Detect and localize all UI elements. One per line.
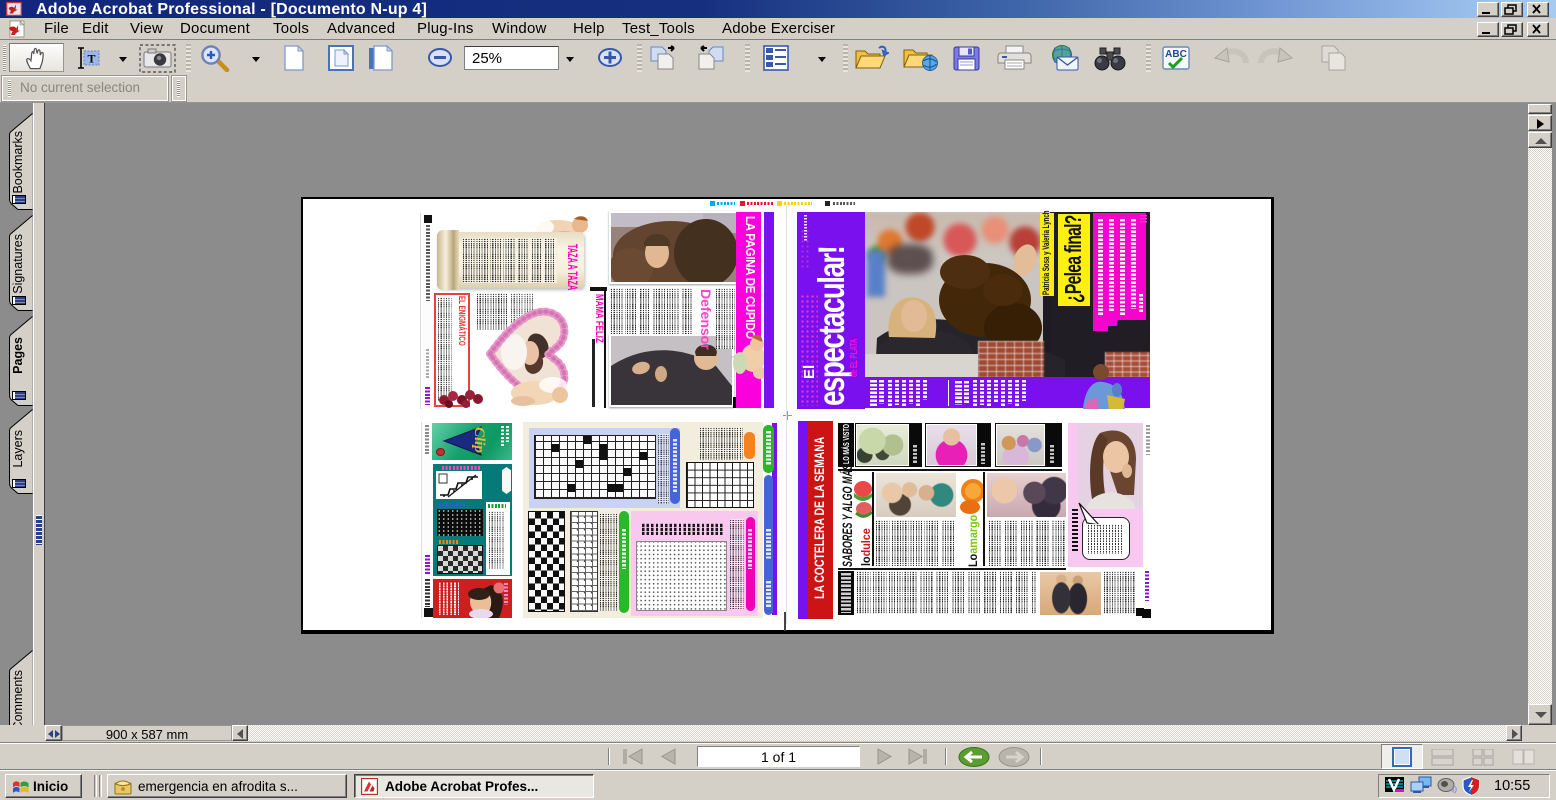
- svg-text:T: T: [87, 52, 95, 66]
- svg-text:ABC: ABC: [1165, 49, 1187, 60]
- svg-text:Clip: Clip: [471, 427, 487, 453]
